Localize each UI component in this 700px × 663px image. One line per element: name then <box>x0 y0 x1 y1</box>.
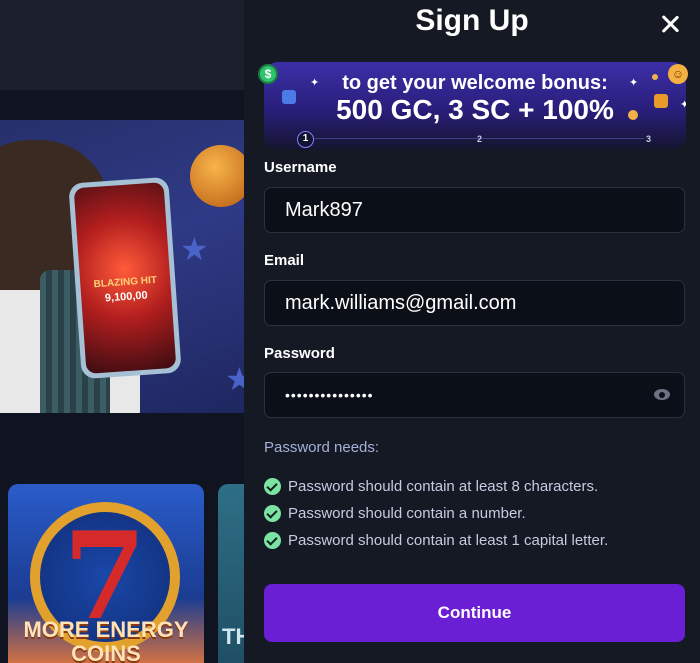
username-input[interactable]: Mark897 <box>264 187 685 233</box>
phone-image: BLAZING HIT 9,100,00 <box>68 176 182 380</box>
password-input[interactable]: ••••••••••••••• <box>264 372 685 418</box>
game-card-title: MORE ENERGY COINS <box>8 618 204 663</box>
password-rule: Password should contain at least 8 chara… <box>264 476 598 496</box>
password-label: Password <box>264 345 335 362</box>
page-title: Sign Up <box>415 4 529 37</box>
game-card-title-line2: COINS <box>71 641 141 663</box>
username-label: Username <box>264 159 337 176</box>
step-indicator: 2 <box>477 134 483 144</box>
check-icon <box>264 531 281 549</box>
password-rule-text: Password should contain at least 1 capit… <box>288 531 609 549</box>
background-header <box>0 0 244 90</box>
eye-icon[interactable] <box>654 389 670 400</box>
dollar-coin-icon: $ <box>258 64 278 84</box>
password-rule: Password should contain a number. <box>264 503 526 523</box>
close-icon[interactable] <box>656 10 684 38</box>
continue-button[interactable]: Continue <box>264 584 685 642</box>
welcome-bonus-banner: ✦ ✦ ✦ to get your welcome bonus: 500 GC,… <box>264 62 686 150</box>
password-rule-text: Password should contain a number. <box>288 504 526 522</box>
check-icon <box>264 477 281 495</box>
hero-banner[interactable]: ★ ★ BLAZING HIT 9,100,00 <box>0 120 244 413</box>
banner-bonus-amount: 500 GC, 3 SC + 100% <box>336 94 614 125</box>
game-amount: 9,100,00 <box>104 289 149 305</box>
star-decoration: ★ <box>180 231 209 267</box>
email-input[interactable]: mark.williams@gmail.com <box>264 280 685 326</box>
game-card-title-line1: MORE ENERGY <box>23 617 189 642</box>
banner-subtitle: to get your welcome bonus: <box>342 72 608 94</box>
coin-decoration <box>190 145 244 207</box>
password-value: ••••••••••••••• <box>285 387 374 403</box>
check-icon <box>264 504 281 522</box>
signup-panel: Sign Up ✦ ✦ ✦ to get your welcome bonus:… <box>244 0 700 663</box>
password-needs-title: Password needs: <box>264 439 380 456</box>
progress-track <box>306 138 644 139</box>
phone-screen: BLAZING HIT 9,100,00 <box>73 182 177 374</box>
email-label: Email <box>264 252 305 269</box>
step-indicator: 3 <box>646 134 652 144</box>
game-card-more-energy-coins[interactable]: 7 MORE ENERGY COINS <box>8 484 204 663</box>
password-rule: Password should contain at least 1 capit… <box>264 530 608 550</box>
step-indicator-current: 1 <box>297 131 314 148</box>
password-rule-text: Password should contain at least 8 chara… <box>288 477 599 495</box>
emoji-coin-icon: ☺ <box>668 64 688 84</box>
app-root: ★ ★ BLAZING HIT 9,100,00 7 MORE ENERGY C… <box>0 0 700 663</box>
star-decoration: ★ <box>225 361 244 397</box>
